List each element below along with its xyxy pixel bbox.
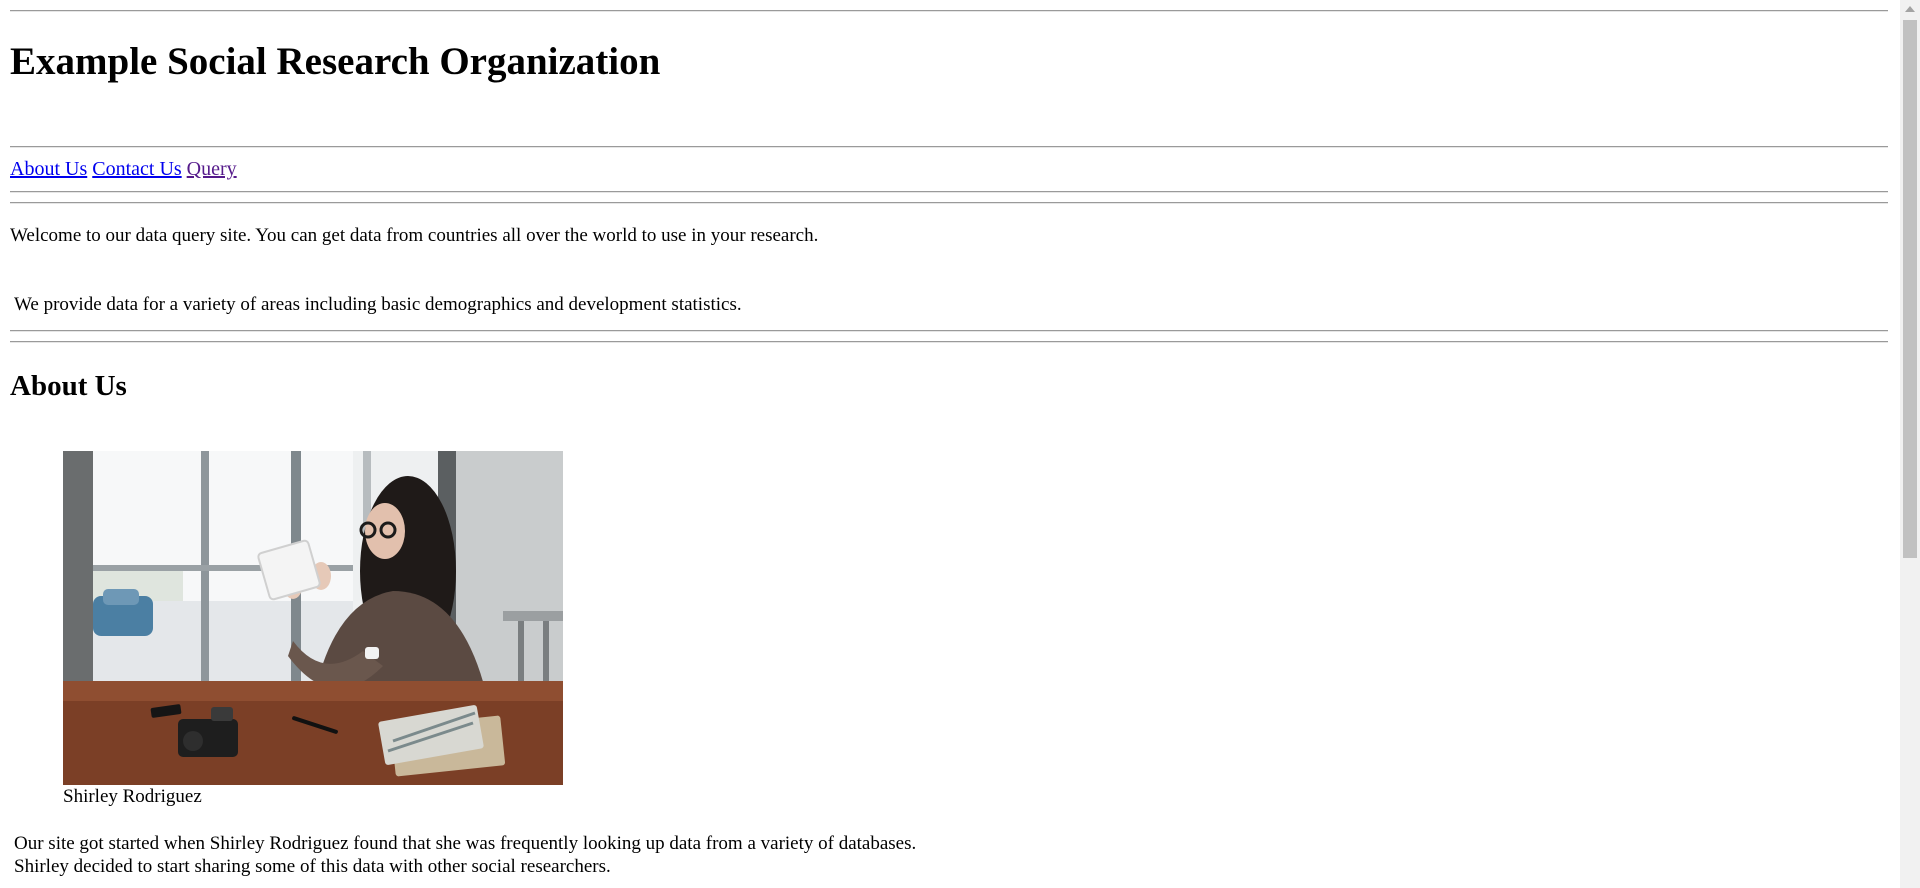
divider — [10, 341, 1888, 343]
divider — [10, 10, 1888, 12]
divider — [10, 146, 1888, 148]
scrollbar-thumb[interactable] — [1903, 20, 1917, 558]
divider — [10, 202, 1888, 204]
page: Example Social Research Organization Abo… — [0, 0, 1900, 888]
divider — [10, 191, 1888, 193]
about-us-heading: About Us — [10, 370, 127, 402]
vertical-scrollbar[interactable] — [1900, 0, 1920, 888]
nav-link-contact-us[interactable]: Contact Us — [92, 158, 181, 180]
founder-photo — [63, 451, 563, 785]
nav-link-about-us[interactable]: About Us — [10, 158, 87, 180]
story-line-1: Our site got started when Shirley Rodrig… — [14, 833, 917, 854]
story-line-2: Shirley decided to start sharing some of… — [14, 856, 611, 877]
divider — [10, 330, 1888, 332]
nav-bar: About Us Contact Us Query — [10, 157, 237, 181]
scroll-up-arrow-icon[interactable] — [1905, 6, 1915, 12]
nav-link-query[interactable]: Query — [187, 158, 237, 180]
site-title: Example Social Research Organization — [10, 40, 661, 83]
photo-caption: Shirley Rodriguez — [63, 786, 202, 807]
provide-text: We provide data for a variety of areas i… — [14, 294, 742, 315]
welcome-text: Welcome to our data query site. You can … — [10, 225, 819, 246]
